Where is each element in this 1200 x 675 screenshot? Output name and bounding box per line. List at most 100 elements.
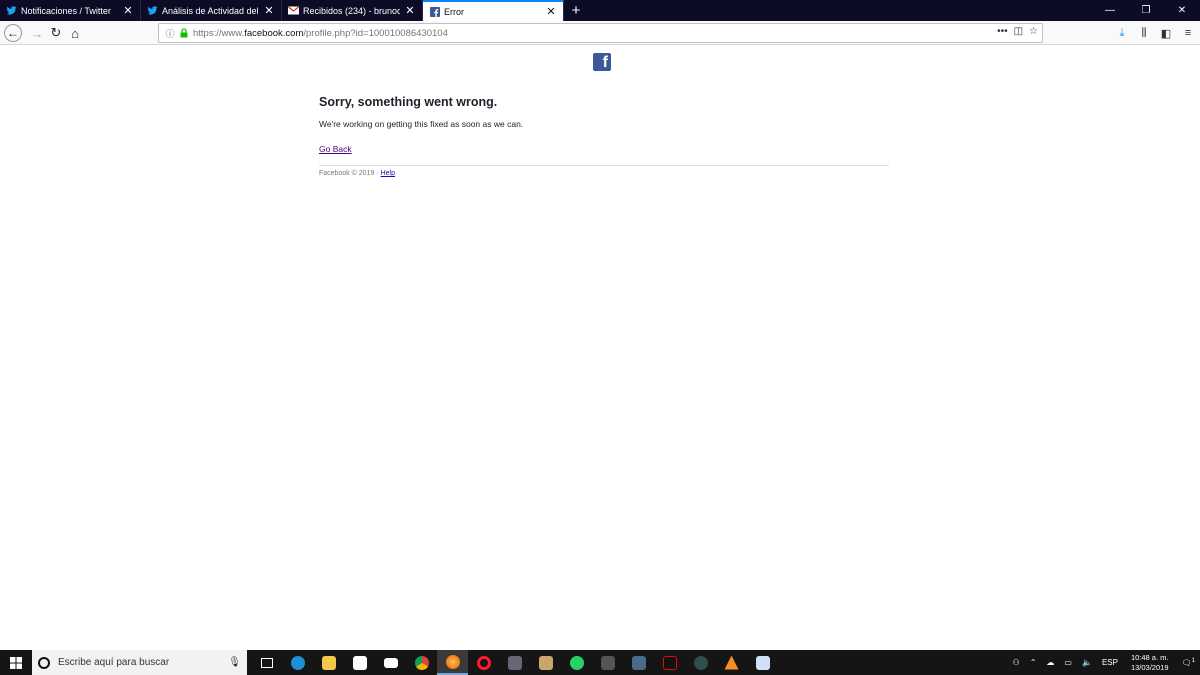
store-icon — [352, 655, 367, 670]
chrome-button[interactable] — [406, 650, 437, 675]
netflix-button[interactable] — [654, 650, 685, 675]
info-icon[interactable]: ⓘ — [163, 27, 177, 40]
people-icon[interactable]: ⚇ — [1008, 658, 1025, 667]
twitter-icon — [6, 5, 17, 16]
chevron-up-icon[interactable]: ⌃ — [1025, 658, 1042, 667]
tab-title: Notificaciones / Twitter — [21, 5, 111, 16]
address-bar[interactable]: ⓘ https://www.facebook.com/profile.php?i… — [158, 23, 1043, 43]
restore-icon[interactable]: ❐ — [1128, 0, 1164, 21]
page-actions-icon[interactable]: ••• — [997, 26, 1008, 37]
task-view-button[interactable] — [251, 650, 282, 675]
volume-icon[interactable]: 🔈 — [1077, 658, 1097, 667]
navigation-toolbar: ← → ↻ ⌂ ⓘ https://www.facebook.com/profi… — [0, 21, 1200, 45]
store-button[interactable] — [344, 650, 375, 675]
network-icon[interactable]: ▭ — [1059, 658, 1077, 667]
back-button[interactable]: ← — [4, 24, 22, 42]
task-view-icon — [260, 657, 273, 668]
url-domain: facebook.com — [244, 27, 304, 39]
chrome-icon — [414, 655, 429, 670]
notepad-button[interactable] — [747, 650, 778, 675]
bookmark-star-icon[interactable]: ☆ — [1029, 26, 1038, 37]
help-link[interactable]: Help — [381, 170, 395, 177]
close-window-icon[interactable]: ✕ — [1164, 0, 1200, 21]
menu-icon[interactable]: ≡ — [1180, 23, 1196, 43]
start-button[interactable] — [0, 650, 32, 675]
cortana-icon — [38, 656, 50, 669]
reload-button[interactable]: ↻ — [46, 23, 66, 43]
url-path: /profile.php?id=100010086430104 — [303, 27, 448, 39]
facebook-logo[interactable]: f — [593, 53, 611, 71]
tab-gmail-inbox[interactable]: Recibidos (234) - brunocortesfy ✕ — [282, 0, 423, 21]
facebook-icon — [429, 6, 440, 17]
sidebar-icon[interactable]: ◧ — [1158, 23, 1174, 43]
folder-icon — [321, 655, 336, 670]
home-icon: ⌂ — [71, 25, 79, 41]
firefox-button[interactable] — [437, 650, 468, 675]
opera-icon — [476, 655, 491, 670]
edge-button[interactable] — [282, 650, 313, 675]
notepad-icon — [755, 655, 770, 670]
close-tab-icon[interactable]: ✕ — [404, 4, 416, 17]
window-controls: — ❐ ✕ — [1092, 0, 1200, 21]
mail-button[interactable] — [375, 650, 406, 675]
notifications-icon[interactable]: 🗨1 — [1177, 658, 1200, 668]
app-button[interactable] — [592, 650, 623, 675]
app-icon — [507, 655, 522, 670]
footer: Facebook © 2019 · Help — [319, 170, 889, 177]
close-tab-icon[interactable]: ✕ — [263, 4, 275, 17]
url-prefix: https://www. — [193, 27, 245, 39]
clock-date: 13/03/2019 — [1130, 662, 1169, 672]
library-icon[interactable]: ⫼ — [1136, 23, 1152, 43]
edge-icon — [290, 655, 305, 670]
language-indicator[interactable]: ESP — [1097, 658, 1123, 667]
tab-twitter-notifications[interactable]: Notificaciones / Twitter ✕ — [0, 0, 141, 21]
search-placeholder: Escribe aquí para buscar — [58, 657, 170, 668]
windows-logo-icon — [10, 656, 22, 669]
error-heading: Sorry, something went wrong. — [319, 95, 498, 109]
url-text: https://www.facebook.com/profile.php?id=… — [193, 28, 448, 39]
tab-title: Análisis de Actividad del Tweet — [162, 5, 259, 16]
opera-button[interactable] — [468, 650, 499, 675]
app-icon — [631, 655, 646, 670]
minimize-icon[interactable]: — — [1092, 0, 1128, 21]
app-button[interactable] — [623, 650, 654, 675]
app-button[interactable] — [499, 650, 530, 675]
app-button[interactable] — [685, 650, 716, 675]
taskbar-apps — [251, 650, 778, 675]
facebook-logo-letter: f — [602, 54, 608, 71]
vlc-button[interactable] — [716, 650, 747, 675]
tab-title: Recibidos (234) - brunocortesfy — [303, 5, 400, 16]
pocket-icon[interactable]: ◫ — [1014, 26, 1023, 37]
downloads-icon[interactable]: ⤓ — [1114, 23, 1130, 43]
arrow-right-icon: → — [30, 25, 44, 41]
tab-error[interactable]: Error ✕ — [423, 0, 564, 21]
footer-text: Facebook © 2019 · — [319, 170, 381, 177]
url-actions: ••• ◫ ☆ — [997, 26, 1038, 37]
app-button[interactable] — [530, 650, 561, 675]
divider — [319, 165, 889, 166]
close-tab-icon[interactable]: ✕ — [545, 5, 557, 18]
go-back-link[interactable]: Go Back — [319, 144, 352, 154]
whatsapp-icon — [569, 655, 584, 670]
toolbar-right: ⤓ ⫼ ◧ ≡ — [1114, 23, 1196, 43]
lock-icon[interactable] — [179, 28, 189, 38]
page-content: f Sorry, something went wrong. We're wor… — [0, 45, 1200, 650]
close-tab-icon[interactable]: ✕ — [122, 4, 134, 17]
clock[interactable]: 10:48 a. m. 13/03/2019 — [1123, 653, 1177, 673]
tab-tweet-analytics[interactable]: Análisis de Actividad del Tweet ✕ — [141, 0, 282, 21]
reload-icon: ↻ — [50, 25, 62, 40]
whatsapp-button[interactable] — [561, 650, 592, 675]
vlc-icon — [724, 655, 739, 670]
tab-title: Error — [444, 6, 464, 17]
taskbar-search-box[interactable]: Escribe aquí para buscar 🎙 — [32, 650, 247, 675]
tab-strip: Notificaciones / Twitter ✕ Análisis de A… — [0, 0, 1200, 21]
microphone-icon[interactable]: 🎙 — [228, 657, 241, 668]
home-button[interactable]: ⌂ — [65, 23, 85, 43]
netflix-icon — [662, 655, 677, 670]
forward-button[interactable]: → — [27, 23, 47, 43]
file-explorer-button[interactable] — [313, 650, 344, 675]
clock-time: 10:48 a. m. — [1130, 652, 1169, 662]
firefox-icon — [445, 654, 460, 669]
onedrive-icon[interactable]: ☁ — [1041, 658, 1059, 667]
new-tab-button[interactable]: + — [566, 0, 586, 21]
